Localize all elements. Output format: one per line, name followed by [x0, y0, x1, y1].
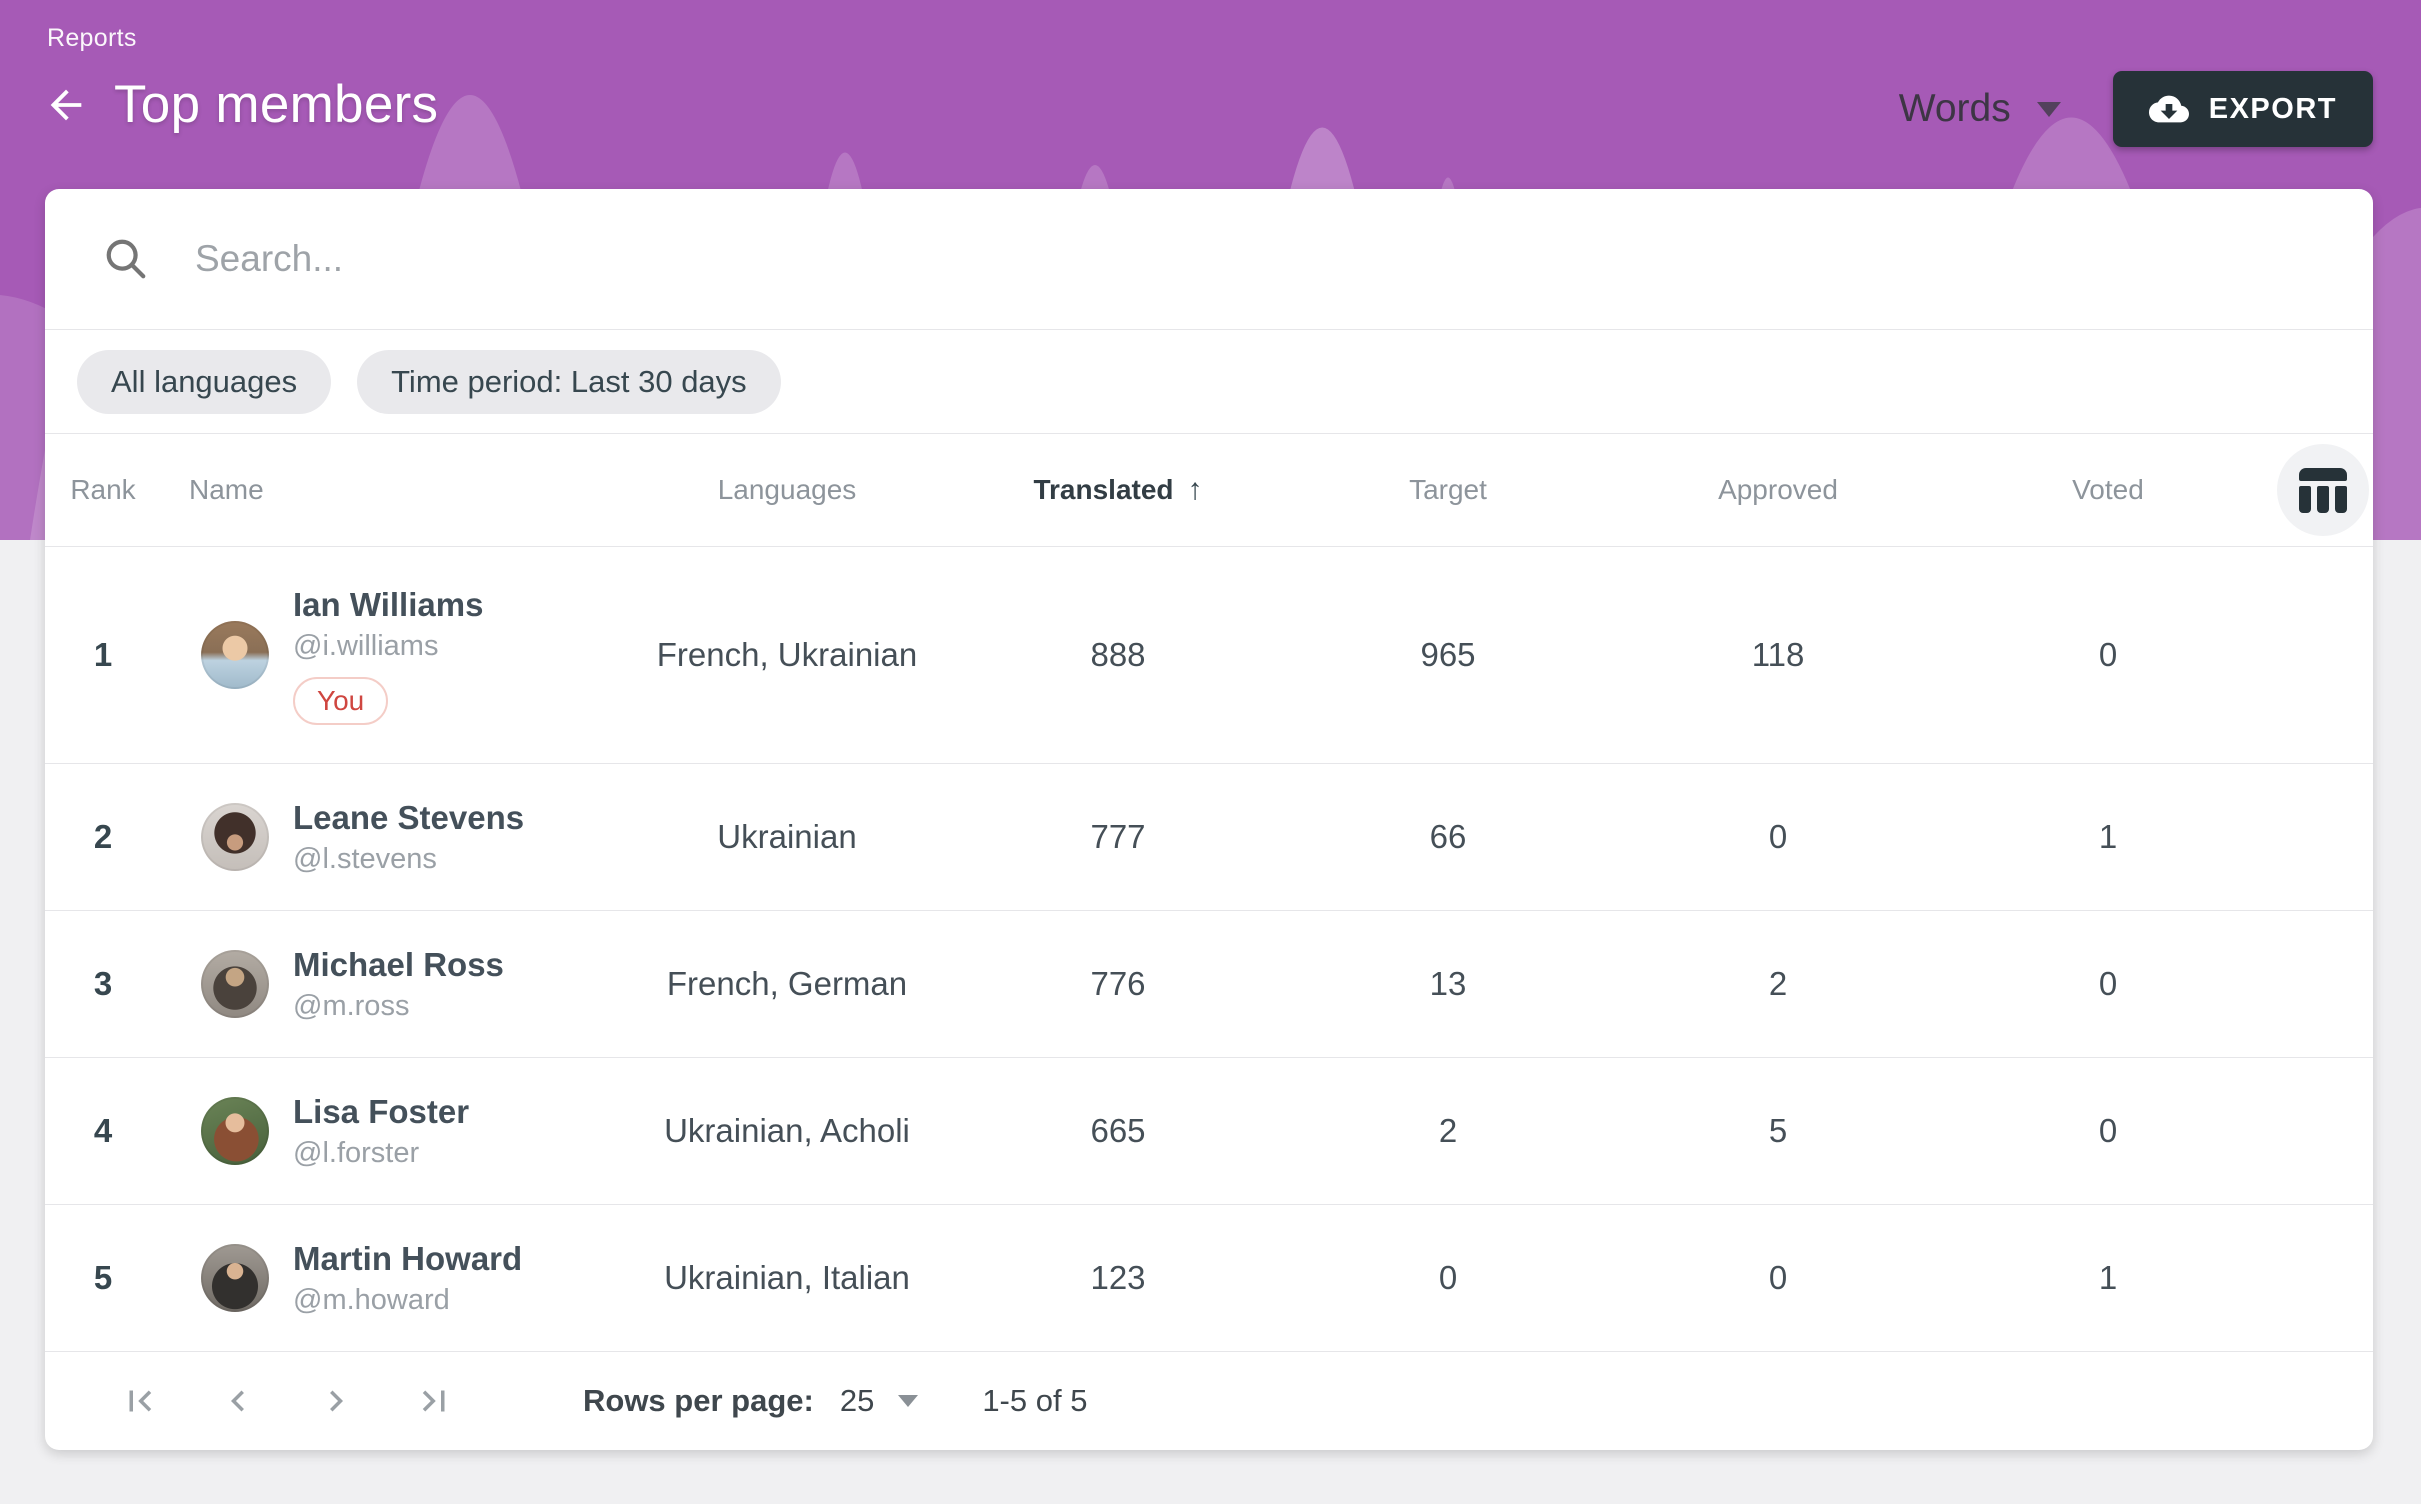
rows-per-page-label: Rows per page: [583, 1383, 814, 1419]
member-name: Michael Ross [293, 946, 504, 984]
languages-cell: Ukrainian, Acholi [621, 1112, 953, 1150]
member-username: @m.howard [293, 1284, 522, 1317]
approved-cell: 0 [1613, 1259, 1943, 1297]
translated-cell: 665 [953, 1112, 1283, 1150]
rows-per-page-select[interactable]: 25 [840, 1383, 918, 1419]
approved-cell: 2 [1613, 965, 1943, 1003]
rank-cell: 1 [45, 636, 175, 674]
target-cell: 2 [1283, 1112, 1613, 1150]
export-button-label: EXPORT [2209, 93, 2337, 126]
languages-cell: French, Ukrainian [621, 636, 953, 674]
table-pagination: Rows per page: 25 1-5 of 5 [45, 1352, 2373, 1450]
voted-cell: 0 [1943, 636, 2273, 674]
table-header: Rank Name Languages Translated ↑ Target … [45, 434, 2373, 547]
rank-cell: 2 [45, 818, 175, 856]
column-header-languages[interactable]: Languages [621, 474, 953, 506]
avatar [201, 621, 269, 689]
translated-cell: 888 [953, 636, 1283, 674]
column-header-target[interactable]: Target [1283, 474, 1613, 506]
page-title: Top members [114, 74, 438, 135]
name-cell: Martin Howard @m.howard [175, 1240, 621, 1317]
table-row[interactable]: 4 Lisa Foster @l.forster Ukrainian, Acho… [45, 1058, 2373, 1205]
first-page-button[interactable] [115, 1376, 165, 1426]
member-username: @l.stevens [293, 843, 524, 876]
column-header-name[interactable]: Name [175, 474, 621, 506]
table-row[interactable]: 1 Ian Williams @i.williams You French, U… [45, 547, 2373, 764]
avatar [201, 1097, 269, 1165]
voted-cell: 1 [1943, 818, 2273, 856]
unit-selector[interactable]: Words [1899, 87, 2061, 131]
table-row[interactable]: 3 Michael Ross @m.ross French, German 77… [45, 911, 2373, 1058]
name-cell: Lisa Foster @l.forster [175, 1093, 621, 1170]
translated-cell: 777 [953, 818, 1283, 856]
languages-cell: French, German [621, 965, 953, 1003]
target-cell: 965 [1283, 636, 1613, 674]
column-header-voted[interactable]: Voted [1943, 474, 2273, 506]
filter-chip-time-period[interactable]: Time period: Last 30 days [357, 350, 781, 414]
approved-cell: 0 [1613, 818, 1943, 856]
previous-page-button[interactable] [213, 1376, 263, 1426]
target-cell: 66 [1283, 818, 1613, 856]
chevron-down-icon [898, 1395, 918, 1407]
table-row[interactable]: 5 Martin Howard @m.howard Ukrainian, Ita… [45, 1205, 2373, 1352]
search-bar [45, 189, 2373, 330]
last-page-button[interactable] [409, 1376, 459, 1426]
avatar [201, 950, 269, 1018]
chevron-down-icon [2037, 102, 2061, 117]
column-header-translated[interactable]: Translated ↑ [953, 473, 1283, 507]
avatar [201, 803, 269, 871]
chevron-left-icon [217, 1380, 259, 1422]
voted-cell: 1 [1943, 1259, 2273, 1297]
languages-cell: Ukrainian [621, 818, 953, 856]
search-input[interactable] [195, 238, 2313, 280]
filter-bar: All languages Time period: Last 30 days [45, 330, 2373, 435]
table-row[interactable]: 2 Leane Stevens @l.stevens Ukrainian 777… [45, 764, 2373, 911]
arrow-left-icon [43, 82, 89, 128]
name-cell: Ian Williams @i.williams You [175, 586, 621, 725]
report-card: All languages Time period: Last 30 days … [45, 189, 2373, 1450]
rank-cell: 3 [45, 965, 175, 1003]
filter-chip-languages[interactable]: All languages [77, 350, 331, 414]
column-header-approved[interactable]: Approved [1613, 474, 1943, 506]
cloud-download-icon [2149, 89, 2189, 129]
member-username: @i.williams [293, 630, 483, 663]
export-button[interactable]: EXPORT [2113, 71, 2373, 147]
breadcrumb: Reports [47, 24, 137, 53]
member-name: Lisa Foster [293, 1093, 469, 1131]
voted-cell: 0 [1943, 1112, 2273, 1150]
rank-cell: 4 [45, 1112, 175, 1150]
chevron-right-icon [315, 1380, 357, 1422]
sort-ascending-icon: ↑ [1188, 473, 1203, 507]
target-cell: 13 [1283, 965, 1613, 1003]
member-username: @l.forster [293, 1137, 469, 1170]
next-page-button[interactable] [311, 1376, 361, 1426]
rank-cell: 5 [45, 1259, 175, 1297]
approved-cell: 118 [1613, 636, 1943, 674]
table-body: 1 Ian Williams @i.williams You French, U… [45, 547, 2373, 1352]
member-name: Leane Stevens [293, 799, 524, 837]
back-button[interactable] [38, 77, 94, 133]
rows-per-page-value: 25 [840, 1383, 874, 1419]
table-columns-icon [2299, 468, 2347, 513]
member-name: Martin Howard [293, 1240, 522, 1278]
voted-cell: 0 [1943, 965, 2273, 1003]
you-badge: You [293, 677, 388, 725]
first-page-icon [119, 1380, 161, 1422]
search-icon [103, 236, 149, 282]
translated-cell: 776 [953, 965, 1283, 1003]
name-cell: Michael Ross @m.ross [175, 946, 621, 1023]
languages-cell: Ukrainian, Italian [621, 1259, 953, 1297]
column-settings-button[interactable] [2277, 444, 2369, 536]
target-cell: 0 [1283, 1259, 1613, 1297]
member-username: @m.ross [293, 990, 504, 1023]
unit-selector-value: Words [1899, 87, 2011, 131]
approved-cell: 5 [1613, 1112, 1943, 1150]
pagination-range: 1-5 of 5 [982, 1383, 1087, 1419]
last-page-icon [413, 1380, 455, 1422]
member-name: Ian Williams [293, 586, 483, 624]
name-cell: Leane Stevens @l.stevens [175, 799, 621, 876]
translated-cell: 123 [953, 1259, 1283, 1297]
avatar [201, 1244, 269, 1312]
column-header-rank[interactable]: Rank [45, 474, 175, 506]
